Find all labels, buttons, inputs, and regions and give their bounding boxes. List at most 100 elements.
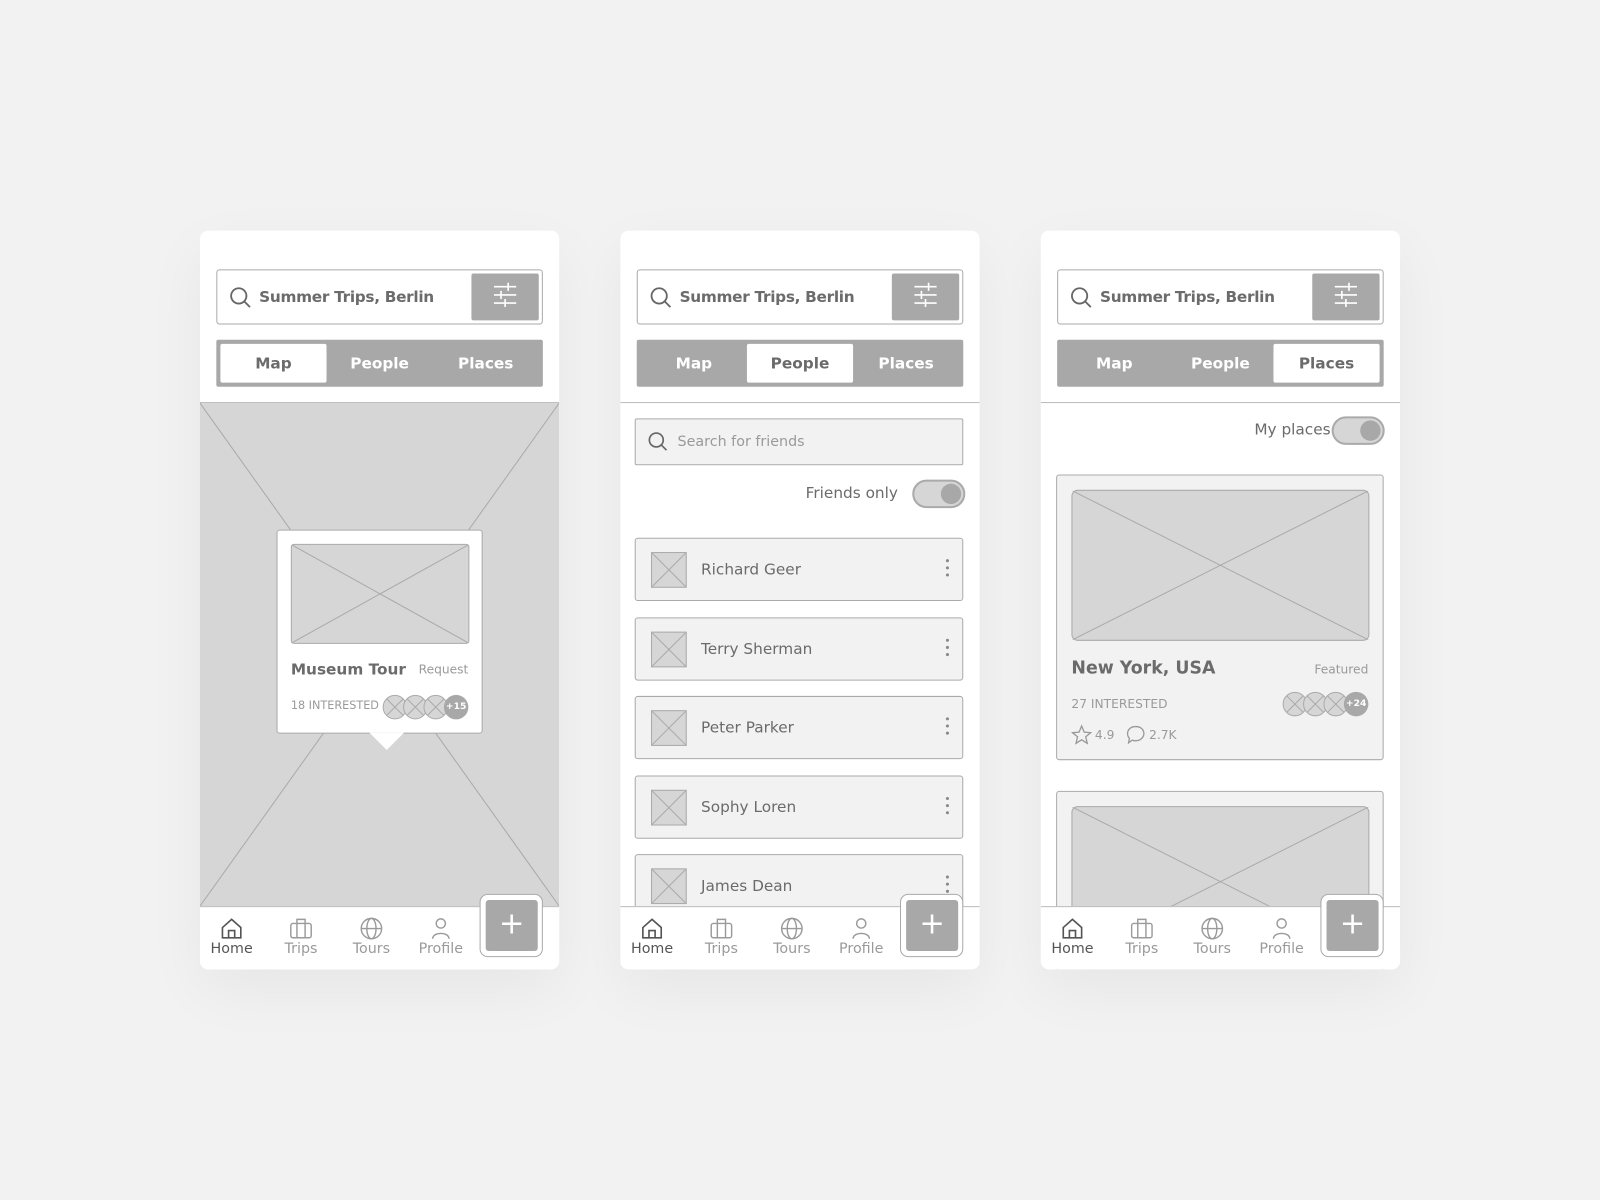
filter-button[interactable]	[471, 273, 539, 321]
segmented-tabs: Map People Places	[636, 339, 964, 387]
filter-button[interactable]	[891, 273, 960, 321]
globe-icon	[1182, 917, 1243, 940]
nav-label: Profile	[839, 940, 884, 958]
nav-label: Tours	[352, 940, 391, 958]
segmented-tabs: Map People Places	[1057, 339, 1384, 387]
add-button[interactable]: +	[1320, 893, 1384, 958]
plus-icon: +	[1326, 900, 1379, 952]
search-icon	[650, 287, 672, 308]
friend-name: Peter Parker	[701, 718, 794, 737]
friend-search-input[interactable]: Search for friends	[634, 418, 964, 466]
nav-profile[interactable]: Profile	[831, 917, 892, 957]
search-icon	[648, 432, 668, 451]
friends-only-toggle[interactable]	[912, 479, 966, 509]
nav-home[interactable]: Home	[201, 917, 262, 957]
nav-profile[interactable]: Profile	[410, 917, 471, 957]
place-title: New York, USA	[1071, 658, 1216, 679]
nav-label: Tours	[773, 940, 811, 958]
sliders-icon	[914, 282, 937, 312]
divider	[1040, 402, 1401, 404]
avatar-placeholder	[651, 789, 687, 826]
interested-count: 18 INTERESTED	[290, 698, 379, 713]
more-count-badge: +15	[443, 694, 469, 720]
nav-tours[interactable]: Tours	[1182, 917, 1243, 957]
nav-label: Trips	[284, 940, 318, 958]
user-icon	[1251, 917, 1312, 939]
interested-count: 27 INTERESTED	[1071, 696, 1168, 712]
search-query[interactable]: Summer Trips, Berlin	[680, 288, 855, 306]
search-query[interactable]: Summer Trips, Berlin	[259, 288, 434, 306]
tab-places[interactable]: Places	[853, 344, 959, 383]
plus-icon: +	[485, 900, 538, 952]
my-places-toggle[interactable]	[1331, 416, 1385, 445]
friend-list-item[interactable]: Terry Sherman	[634, 616, 964, 681]
nav-label: Profile	[418, 940, 464, 958]
phone-screen-1: Summer Trips, Berlin Map People Places Museu…	[200, 230, 560, 970]
friend-name: Richard Geer	[701, 560, 802, 579]
search-icon	[230, 287, 251, 308]
phone-screen-2: Summer Trips, Berlin Map People Places Searc…	[620, 230, 980, 970]
search-bar[interactable]: Summer Trips, Berlin	[1057, 269, 1384, 325]
tab-map[interactable]: Map	[641, 344, 747, 383]
tab-people[interactable]: People	[327, 344, 433, 383]
avatar-placeholder	[651, 868, 687, 905]
image-placeholder	[1071, 489, 1370, 641]
more-options-icon[interactable]	[945, 638, 950, 659]
briefcase-icon	[1111, 917, 1172, 939]
filter-button[interactable]	[1312, 273, 1380, 321]
segmented-tabs: Map People Places	[216, 339, 543, 387]
nav-tours[interactable]: Tours	[761, 917, 822, 957]
request-link[interactable]: Request	[419, 662, 469, 676]
place-card[interactable]: New York, USA Featured 27 INTERESTED +24 4.9…	[1056, 474, 1384, 761]
search-bar[interactable]: Summer Trips, Berlin	[216, 269, 543, 325]
more-options-icon[interactable]	[945, 796, 950, 817]
search-query[interactable]: Summer Trips, Berlin	[1100, 288, 1275, 306]
sliders-icon	[493, 282, 517, 312]
tab-map[interactable]: Map	[1061, 344, 1167, 383]
comment-count: 2.7K	[1149, 727, 1177, 742]
featured-badge: Featured	[1314, 662, 1369, 677]
tab-places[interactable]: Places	[433, 344, 539, 383]
phone-screen-3: Summer Trips, Berlin Map People Places My pl…	[1040, 230, 1401, 970]
nav-tours[interactable]: Tours	[341, 917, 402, 957]
more-options-icon[interactable]	[945, 559, 950, 580]
map-popup-card[interactable]: Museum Tour Request 18 INTERESTED +15	[276, 529, 483, 751]
more-options-icon[interactable]	[945, 717, 950, 738]
briefcase-icon	[691, 917, 752, 939]
friend-name: Sophy Loren	[701, 797, 797, 816]
comment-icon	[1126, 725, 1145, 745]
user-icon	[831, 917, 892, 939]
nav-home[interactable]: Home	[1042, 917, 1103, 957]
tab-people[interactable]: People	[1167, 344, 1273, 383]
home-icon	[201, 917, 262, 939]
globe-icon	[341, 917, 402, 940]
nav-label: Home	[1051, 940, 1094, 958]
home-icon	[1042, 917, 1103, 939]
friend-list-item[interactable]: Richard Geer	[634, 537, 964, 602]
nav-label: Profile	[1259, 940, 1304, 958]
add-button[interactable]: +	[479, 893, 543, 958]
nav-trips[interactable]: Trips	[1111, 917, 1172, 957]
search-icon	[1071, 287, 1092, 308]
nav-trips[interactable]: Trips	[270, 917, 331, 957]
toggle-label: Friends only	[805, 483, 898, 503]
nav-trips[interactable]: Trips	[691, 917, 752, 957]
home-icon	[621, 917, 682, 939]
nav-home[interactable]: Home	[621, 917, 682, 957]
wireframe-canvas: Summer Trips, Berlin Map People Places Museu…	[0, 0, 1600, 1200]
nav-label: Home	[630, 940, 674, 958]
avatar-placeholder	[651, 552, 687, 588]
add-button[interactable]: +	[900, 893, 964, 958]
toggle-label: My places	[1254, 420, 1331, 439]
search-bar[interactable]: Summer Trips, Berlin	[636, 269, 964, 325]
image-placeholder	[290, 543, 470, 644]
friend-list-item[interactable]: Sophy Loren	[634, 775, 964, 839]
nav-profile[interactable]: Profile	[1251, 917, 1312, 957]
tab-people[interactable]: People	[746, 343, 854, 383]
tab-places[interactable]: Places	[1273, 343, 1380, 383]
friend-list-item[interactable]: Peter Parker	[634, 695, 964, 760]
nav-label: Trips	[704, 940, 738, 958]
tab-map[interactable]: Map	[220, 343, 327, 383]
avatar-placeholder	[651, 631, 687, 667]
nav-label: Home	[210, 940, 253, 958]
